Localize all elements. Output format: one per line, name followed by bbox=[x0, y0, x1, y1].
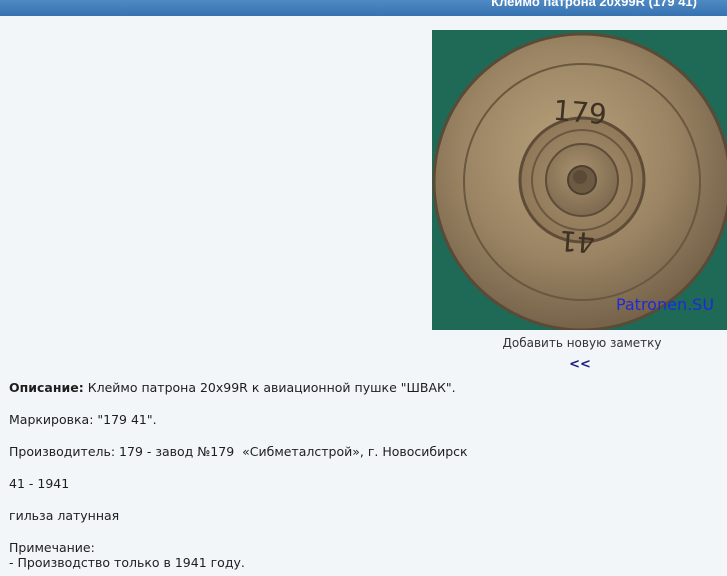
note-label: Примечание: bbox=[9, 540, 95, 555]
title-bar: Клеймо патрона 20x99R (179 41) bbox=[0, 0, 727, 16]
note-text: - Производство только в 1941 году. bbox=[9, 555, 245, 570]
back-link[interactable]: << bbox=[560, 357, 600, 372]
cartridge-photo[interactable]: 179 41 Patronen.SU bbox=[432, 30, 727, 330]
description-line: Описание: Клеймо патрона 20x99R к авиаци… bbox=[9, 380, 709, 395]
primer-dimple-center bbox=[573, 170, 587, 184]
stamp-41: 41 bbox=[558, 224, 596, 259]
year-line: 41 - 1941 bbox=[9, 476, 70, 491]
page-title: Клеймо патрона 20x99R (179 41) bbox=[491, 0, 697, 9]
case-line: гильза латунная bbox=[9, 508, 120, 523]
marking-line: Маркировка: "179 41". bbox=[9, 412, 157, 427]
add-note-link[interactable]: Добавить новую заметку bbox=[432, 336, 727, 350]
stamp-179: 179 bbox=[552, 94, 608, 132]
description-text: Клеймо патрона 20x99R к авиационной пушк… bbox=[83, 380, 456, 395]
cartridge-base-image: 179 41 Patronen.SU bbox=[432, 30, 727, 330]
watermark: Patronen.SU bbox=[616, 295, 714, 314]
manufacturer-line: Производитель: 179 - завод №179 «Сибмета… bbox=[9, 444, 468, 459]
description-section: Описание: Клеймо патрона 20x99R к авиаци… bbox=[9, 380, 709, 570]
page: Клеймо патрона 20x99R (179 41) 179 41 Pa… bbox=[0, 0, 727, 576]
description-label: Описание: bbox=[9, 380, 84, 395]
